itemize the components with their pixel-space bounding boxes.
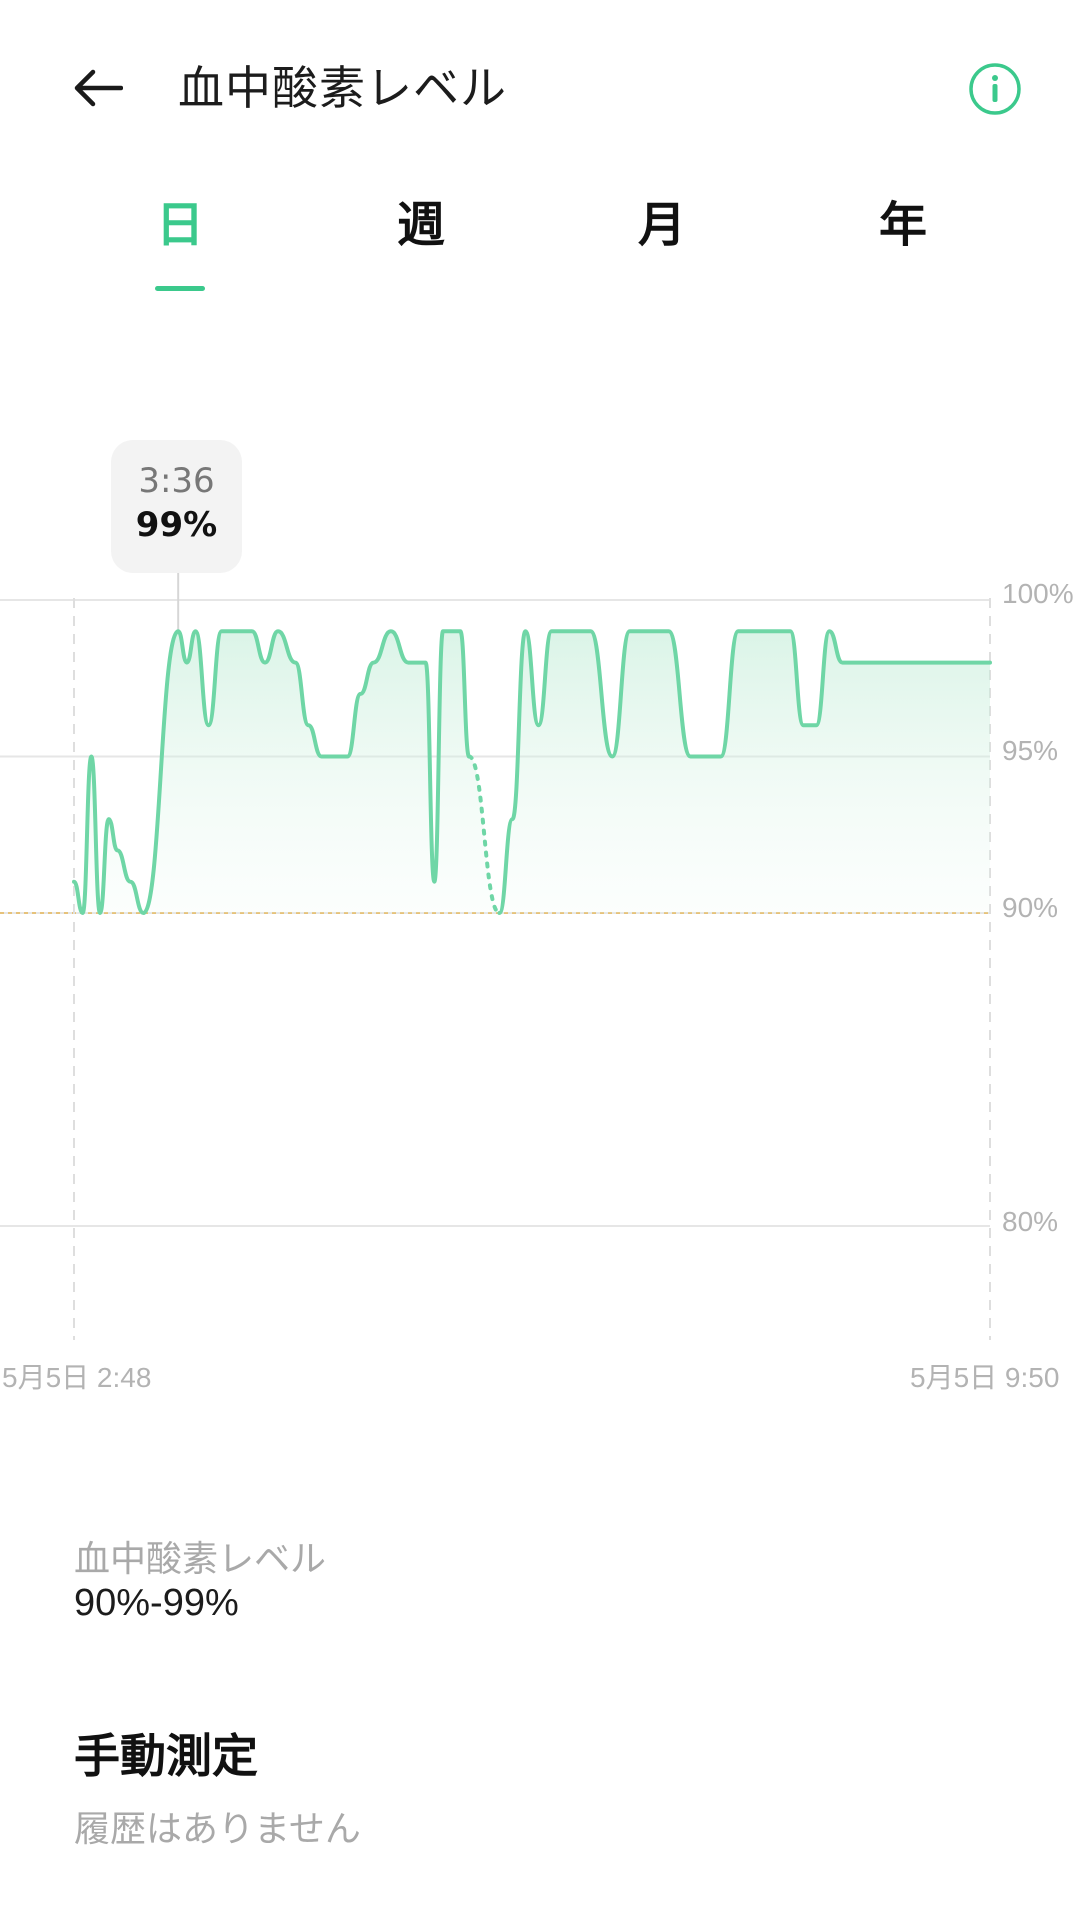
summary-range-value: 90%-99% <box>74 1582 239 1624</box>
spo2-line-segment-1 <box>72 629 472 915</box>
x-start-label: 5月5日 2:48 <box>2 1362 152 1393</box>
y-tick-100: 100% <box>1002 578 1074 609</box>
info-circle-icon <box>969 63 1021 115</box>
chart-tooltip: 3:36 99% <box>111 440 242 573</box>
tab-year[interactable]: 年 <box>843 190 963 260</box>
spo2-line-gap <box>467 754 502 915</box>
summary-label: 血中酸素レベル <box>74 1539 327 1580</box>
spo2-line-segment-2 <box>497 629 992 915</box>
y-tick-80: 80% <box>1002 1206 1059 1237</box>
page-title: 血中酸素レベル <box>178 61 507 115</box>
tooltip-value: 99% <box>135 505 218 545</box>
period-tabs: 日 週 月 年 <box>0 190 1080 300</box>
app-header: 血中酸素レベル <box>0 0 1080 180</box>
spo2-area <box>74 631 990 913</box>
x-end-label: 5月5日 9:50 <box>910 1362 1060 1393</box>
tab-day[interactable]: 日 <box>120 190 240 260</box>
manual-measurement-empty: 履歴はありません <box>74 1809 361 1850</box>
info-button[interactable] <box>968 62 1022 116</box>
arrow-left-icon <box>74 69 123 107</box>
back-button[interactable] <box>62 58 132 118</box>
active-tab-indicator <box>155 286 205 291</box>
tab-month[interactable]: 月 <box>602 190 722 260</box>
tab-week[interactable]: 週 <box>361 190 481 260</box>
y-tick-95: 95% <box>1002 735 1059 766</box>
y-tick-90: 90% <box>1002 892 1059 923</box>
tooltip-time: 3:36 <box>138 461 215 501</box>
manual-measurement-title: 手動測定 <box>74 1729 258 1783</box>
